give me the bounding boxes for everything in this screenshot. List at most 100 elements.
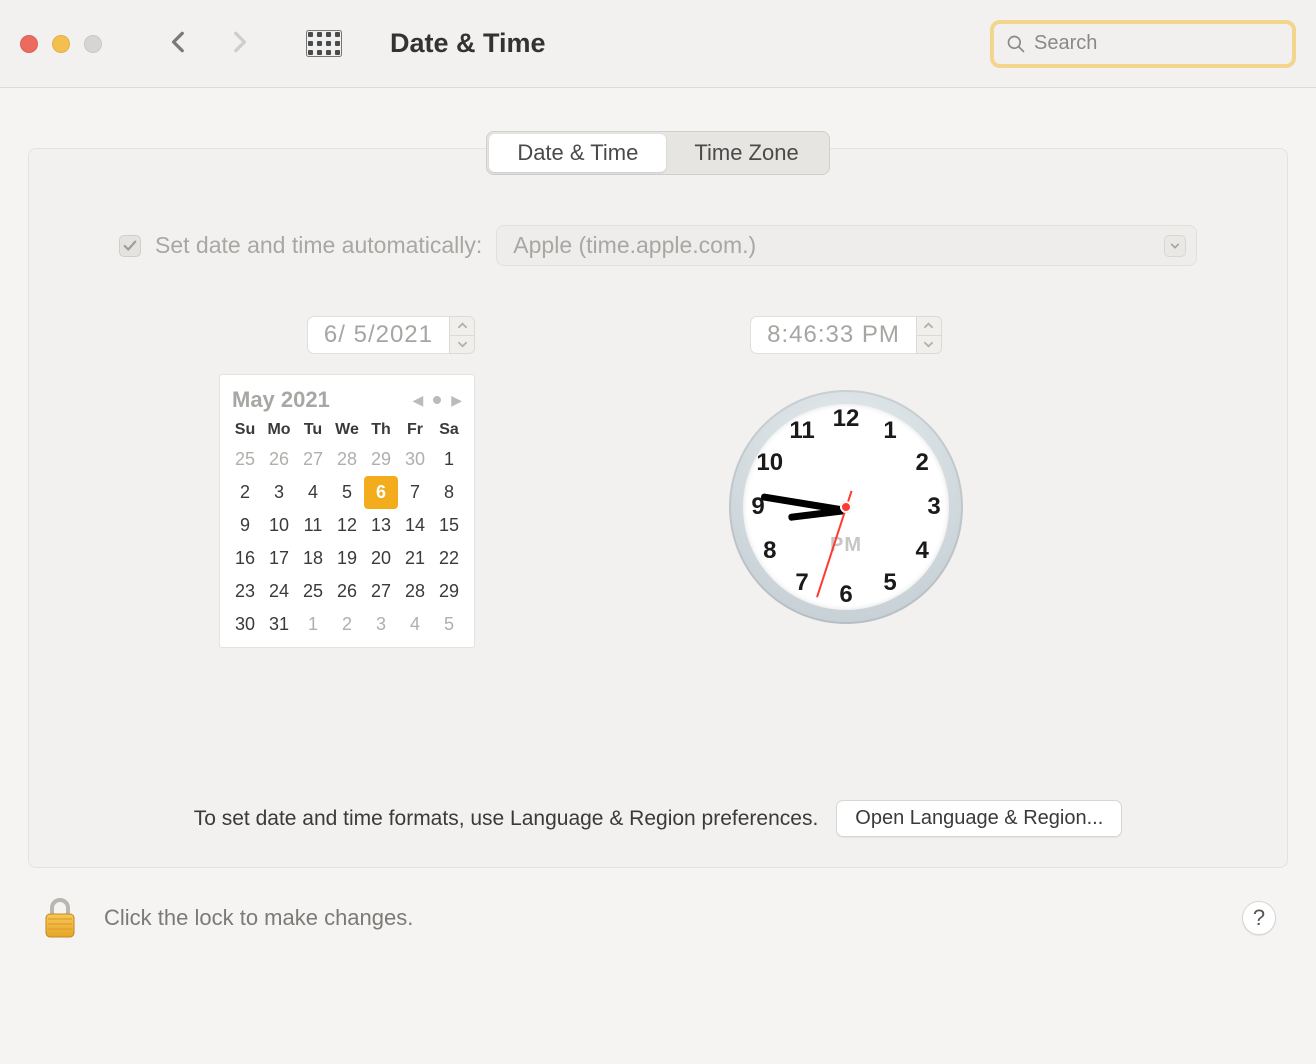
calendar-day[interactable]: 8 bbox=[432, 476, 466, 509]
calendar-day[interactable]: 3 bbox=[364, 608, 398, 641]
close-window-button[interactable] bbox=[20, 35, 38, 53]
help-button[interactable]: ? bbox=[1242, 901, 1276, 935]
calendar-day[interactable]: 16 bbox=[228, 542, 262, 575]
calendar-day[interactable]: 26 bbox=[330, 575, 364, 608]
calendar-day[interactable]: 15 bbox=[432, 509, 466, 542]
show-all-prefs-button[interactable] bbox=[306, 30, 342, 57]
calendar-prev[interactable]: ◀ bbox=[412, 392, 423, 409]
calendar-day[interactable]: 4 bbox=[296, 476, 330, 509]
tabs-segmented: Date & Time Time Zone bbox=[486, 131, 829, 175]
calendar-day[interactable]: 19 bbox=[330, 542, 364, 575]
tab-time-zone[interactable]: Time Zone bbox=[666, 134, 826, 172]
page-title: Date & Time bbox=[390, 28, 546, 59]
calendar-day[interactable]: 31 bbox=[262, 608, 296, 641]
lock-icon bbox=[40, 896, 80, 940]
calendar-day[interactable]: 29 bbox=[364, 443, 398, 476]
chevron-down-icon bbox=[458, 340, 467, 349]
calendar[interactable]: May 2021 ◀ ▶ SuMoTuWeThFrSa2526272829301… bbox=[219, 374, 475, 648]
calendar-day[interactable]: 22 bbox=[432, 542, 466, 575]
chevron-left-icon bbox=[166, 29, 192, 55]
chevron-up-icon bbox=[924, 321, 933, 330]
calendar-day[interactable]: 28 bbox=[398, 575, 432, 608]
calendar-day[interactable]: 21 bbox=[398, 542, 432, 575]
lock-hint-text: Click the lock to make changes. bbox=[104, 905, 1218, 931]
clock-numeral: 6 bbox=[839, 581, 852, 609]
calendar-day[interactable]: 2 bbox=[330, 608, 364, 641]
calendar-day[interactable]: 29 bbox=[432, 575, 466, 608]
calendar-day[interactable]: 28 bbox=[330, 443, 364, 476]
calendar-day[interactable]: 4 bbox=[398, 608, 432, 641]
calendar-day[interactable]: 11 bbox=[296, 509, 330, 542]
search-input[interactable] bbox=[1034, 32, 1299, 55]
calendar-day[interactable]: 2 bbox=[228, 476, 262, 509]
calendar-day[interactable]: 1 bbox=[432, 443, 466, 476]
analog-clock: PM 121234567891011 bbox=[729, 390, 963, 624]
lock-button[interactable] bbox=[40, 896, 80, 940]
open-language-region-button[interactable]: Open Language & Region... bbox=[836, 800, 1122, 837]
time-stepper[interactable] bbox=[916, 316, 942, 354]
calendar-dow: Tu bbox=[296, 415, 330, 443]
date-column: 6/ 5/2021 May 2021 ◀ ▶ SuMoTuWeTh bbox=[219, 316, 475, 648]
calendar-next[interactable]: ▶ bbox=[451, 392, 462, 409]
chevron-up-icon bbox=[458, 321, 467, 330]
calendar-day[interactable]: 9 bbox=[228, 509, 262, 542]
clock-numeral: 4 bbox=[916, 537, 929, 565]
time-stepper-field[interactable]: 8:46:33 PM bbox=[750, 316, 942, 354]
calendar-day[interactable]: 7 bbox=[398, 476, 432, 509]
time-column: 8:46:33 PM PM 121234567891011 bbox=[595, 316, 1097, 648]
calendar-nav: ◀ ▶ bbox=[412, 392, 462, 409]
minimize-window-button[interactable] bbox=[52, 35, 70, 53]
time-server-dropdown[interactable]: Apple (time.apple.com.) bbox=[496, 225, 1197, 266]
calendar-day[interactable]: 26 bbox=[262, 443, 296, 476]
clock-numeral: 11 bbox=[789, 417, 814, 445]
calendar-day[interactable]: 30 bbox=[228, 608, 262, 641]
calendar-dow: Su bbox=[228, 415, 262, 443]
calendar-dow: Fr bbox=[398, 415, 432, 443]
calendar-day[interactable]: 10 bbox=[262, 509, 296, 542]
calendar-day[interactable]: 1 bbox=[296, 608, 330, 641]
time-step-down[interactable] bbox=[917, 336, 941, 354]
clock-pivot bbox=[840, 501, 852, 513]
calendar-day[interactable]: 3 bbox=[262, 476, 296, 509]
tab-date-time[interactable]: Date & Time bbox=[489, 134, 666, 172]
chevron-right-icon bbox=[226, 29, 252, 55]
time-input[interactable]: 8:46:33 PM bbox=[767, 321, 900, 349]
calendar-day[interactable]: 24 bbox=[262, 575, 296, 608]
auto-set-checkbox[interactable] bbox=[119, 235, 141, 257]
calendar-day[interactable]: 27 bbox=[296, 443, 330, 476]
calendar-day[interactable]: 25 bbox=[228, 443, 262, 476]
clock-numeral: 3 bbox=[927, 493, 940, 521]
zoom-window-button bbox=[84, 35, 102, 53]
clock-numeral: 2 bbox=[916, 449, 929, 477]
calendar-day[interactable]: 6 bbox=[364, 476, 398, 509]
back-button[interactable] bbox=[166, 28, 192, 60]
calendar-month-label: May 2021 bbox=[232, 387, 330, 413]
search-field[interactable] bbox=[990, 20, 1296, 68]
calendar-day[interactable]: 14 bbox=[398, 509, 432, 542]
calendar-today[interactable] bbox=[433, 396, 441, 404]
calendar-day[interactable]: 13 bbox=[364, 509, 398, 542]
calendar-day[interactable]: 27 bbox=[364, 575, 398, 608]
calendar-day[interactable]: 20 bbox=[364, 542, 398, 575]
prefs-panel: Date & Time Time Zone Set date and time … bbox=[28, 148, 1288, 868]
calendar-day[interactable]: 5 bbox=[330, 476, 364, 509]
calendar-day[interactable]: 18 bbox=[296, 542, 330, 575]
calendar-day[interactable]: 12 bbox=[330, 509, 364, 542]
date-step-up[interactable] bbox=[450, 317, 474, 336]
calendar-day[interactable]: 30 bbox=[398, 443, 432, 476]
clock-numeral: 1 bbox=[883, 417, 896, 445]
calendar-day[interactable]: 23 bbox=[228, 575, 262, 608]
chevron-down-icon bbox=[924, 340, 933, 349]
date-stepper[interactable] bbox=[449, 316, 475, 354]
date-input[interactable]: 6/ 5/2021 bbox=[324, 321, 433, 349]
calendar-day[interactable]: 5 bbox=[432, 608, 466, 641]
toolbar: Date & Time bbox=[0, 0, 1316, 88]
auto-set-row: Set date and time automatically: Apple (… bbox=[89, 225, 1227, 266]
date-step-down[interactable] bbox=[450, 336, 474, 354]
clock-numeral: 12 bbox=[833, 405, 860, 433]
clock-minute-hand bbox=[761, 493, 847, 514]
calendar-day[interactable]: 17 bbox=[262, 542, 296, 575]
calendar-day[interactable]: 25 bbox=[296, 575, 330, 608]
date-stepper-field[interactable]: 6/ 5/2021 bbox=[307, 316, 475, 354]
time-step-up[interactable] bbox=[917, 317, 941, 336]
